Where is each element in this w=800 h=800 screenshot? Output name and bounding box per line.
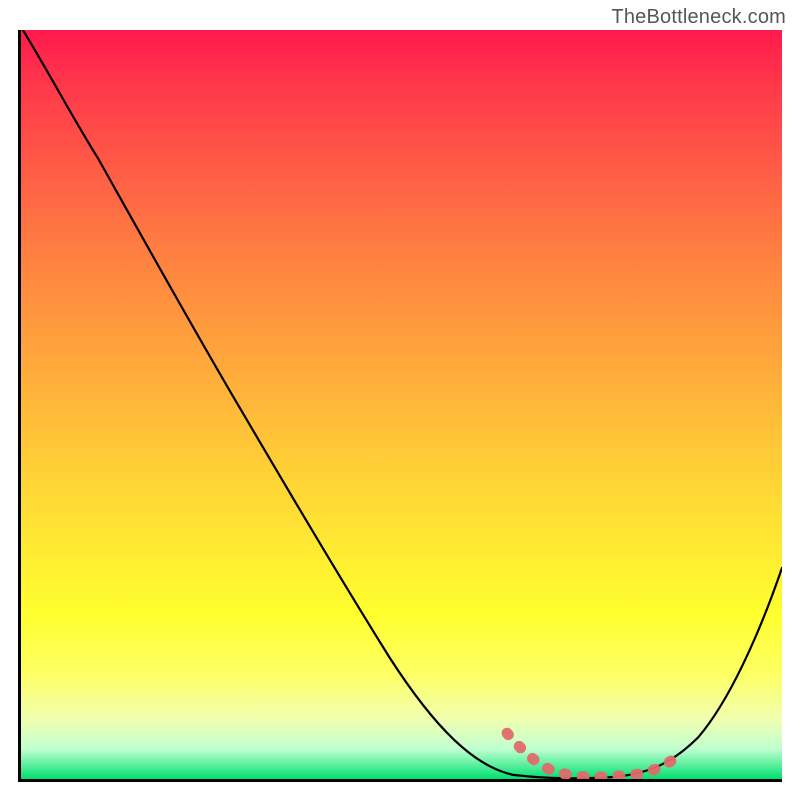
- watermark-text: TheBottleneck.com: [611, 6, 786, 29]
- plot-area: [18, 30, 782, 782]
- gradient-background: [21, 30, 782, 779]
- chart-container: TheBottleneck.com: [0, 0, 800, 800]
